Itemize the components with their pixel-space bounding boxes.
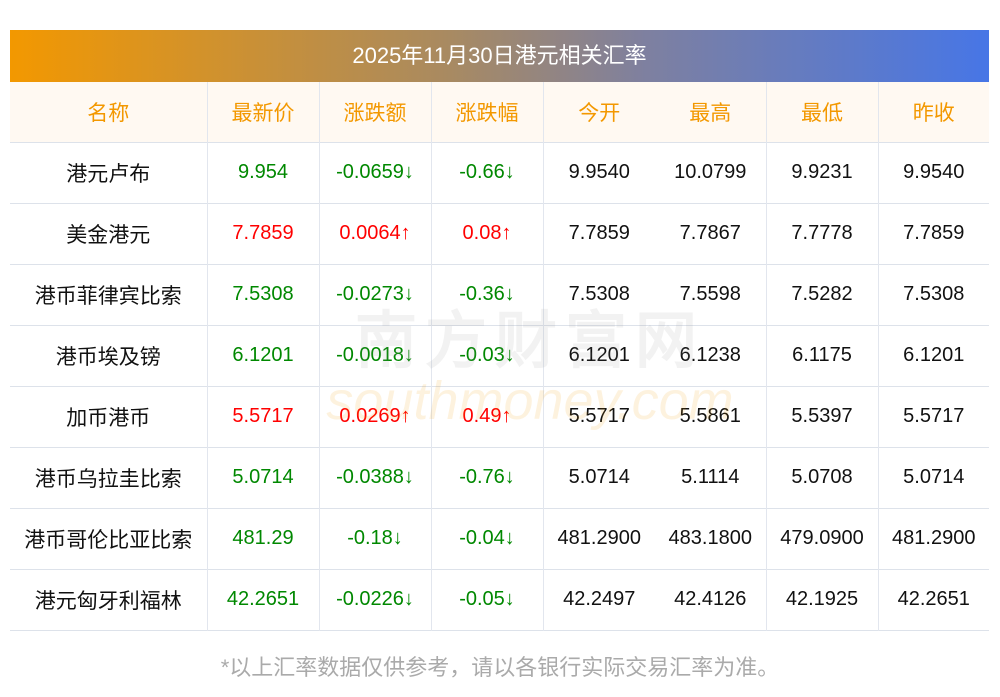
cell-high: 42.4126 [674,588,747,610]
cell-change: -0.0018↓ [318,325,431,386]
disclaimer-footer: *以上汇率数据仅供参考，请以各银行实际交易汇率为准。 [220,655,780,680]
cell-name: 港币乌拉圭比索 [34,467,182,491]
cell-prev-close: 7.5308 [877,264,989,325]
cell-low: 7.5282 [765,264,878,325]
cell-prev-close: 9.9540 [877,142,989,203]
header-high: 最高 [689,101,732,125]
cell-latest: 7.7859 [206,203,319,264]
table-row: 港币菲律宾比索 7.5308 -0.0273↓ -0.36↓ 7.5308 7.5598 7… [10,264,989,325]
cell-latest: 42.2651 [206,569,319,630]
cell-open: 481.2900 [542,508,655,569]
cell-prev-close: 6.1201 [877,325,989,386]
cell-latest: 481.29 [206,508,319,569]
cell-open: 5.0714 [542,447,655,508]
cell-low: 5.0708 [765,447,878,508]
cell-change-pct: -0.04↓ [430,508,543,569]
cell-latest: 5.5717 [206,386,319,447]
cell-change-pct: -0.36↓ [430,264,543,325]
cell-change: -0.0273↓ [318,264,431,325]
cell-latest: 6.1201 [206,325,319,386]
cell-high: 5.5861 [679,405,741,427]
cell-high: 10.0799 [674,161,747,183]
cell-name: 美金港元 [66,223,151,247]
cell-open: 5.5717 [542,386,655,447]
cell-open: 9.9540 [542,142,655,203]
cell-latest: 7.5308 [206,264,319,325]
cell-change: -0.0226↓ [318,569,431,630]
cell-change-pct: 0.08↑ [430,203,543,264]
cell-name: 港币埃及镑 [55,345,161,369]
cell-change: -0.0659↓ [318,142,431,203]
cell-open: 42.2497 [542,569,655,630]
cell-change: 0.0269↑ [318,386,431,447]
cell-high: 7.5598 [679,283,741,305]
cell-name: 港币菲律宾比索 [34,284,182,308]
header-name: 名称 [87,101,130,125]
cell-low: 479.0900 [765,508,878,569]
table-row: 加币港币 5.5717 0.0269↑ 0.49↑ 5.5717 5.5861 5.5397… [10,386,989,447]
cell-prev-close: 7.7859 [877,203,989,264]
cell-high: 5.1114 [681,466,740,488]
cell-name: 加币港币 [66,406,151,430]
cell-open: 7.5308 [542,264,655,325]
cell-change-pct: -0.05↓ [430,569,543,630]
table-row: 港币哥伦比亚比索 481.29 -0.18↓ -0.04↓ 481.2900 483.18… [10,508,989,569]
cell-prev-close: 5.5717 [877,386,989,447]
header-open: 今开 [542,82,655,142]
cell-open: 7.7859 [542,203,655,264]
cell-low: 6.1175 [765,325,878,386]
table-row: 港元匈牙利福林 42.2651 -0.0226↓ -0.05↓ 42.2497 42.41… [10,569,989,630]
table-row: 美金港元 7.7859 0.0064↑ 0.08↑ 7.7859 7.7867 7.7778… [10,203,989,264]
cell-low: 7.7778 [765,203,878,264]
cell-prev-close: 5.0714 [877,447,989,508]
cell-name: 港元匈牙利福林 [34,589,182,613]
header-low: 最低 [765,82,878,142]
header-latest: 最新价 [206,82,319,142]
cell-high: 6.1238 [679,344,741,366]
header-change-pct: 涨跌幅 [430,82,543,142]
cell-change-pct: -0.76↓ [430,447,543,508]
cell-name: 港元卢布 [66,162,151,186]
cell-low: 9.9231 [765,142,878,203]
cell-latest: 5.0714 [206,447,319,508]
cell-low: 42.1925 [765,569,878,630]
cell-change-pct: -0.66↓ [430,142,543,203]
cell-high: 7.7867 [679,222,741,244]
cell-prev-close: 42.2651 [877,569,989,630]
cell-change-pct: 0.49↑ [430,386,543,447]
cell-change: 0.0064↑ [318,203,431,264]
cell-change-pct: -0.03↓ [430,325,543,386]
table-row: 港币埃及镑 6.1201 -0.0018↓ -0.03↓ 6.1201 6.1238 6.1… [10,325,989,386]
table-row: 港元卢布 9.954 -0.0659↓ -0.66↓ 9.9540 10.0799 9.92… [10,142,989,203]
exchange-rate-table: 名称 最新价 涨跌额 涨跌幅 今开 最高 最低 昨收 港元卢布 9.954 -0.0… [10,82,989,631]
cell-high: 483.1800 [668,527,752,549]
header-prev-close: 昨收 [877,82,989,142]
header-change: 涨跌额 [318,82,431,142]
cell-open: 6.1201 [542,325,655,386]
page-title: 2025年11月30日港元相关汇率 [10,30,989,82]
cell-name: 港币哥伦比亚比索 [24,528,193,552]
cell-prev-close: 481.2900 [877,508,989,569]
table-header-row: 名称 最新价 涨跌额 涨跌幅 今开 最高 最低 昨收 [10,82,989,142]
cell-change: -0.0388↓ [318,447,431,508]
cell-change: -0.18↓ [318,508,431,569]
cell-low: 5.5397 [765,386,878,447]
cell-latest: 9.954 [206,142,319,203]
table-row: 港币乌拉圭比索 5.0714 -0.0388↓ -0.76↓ 5.0714 5.1114 5… [10,447,989,508]
